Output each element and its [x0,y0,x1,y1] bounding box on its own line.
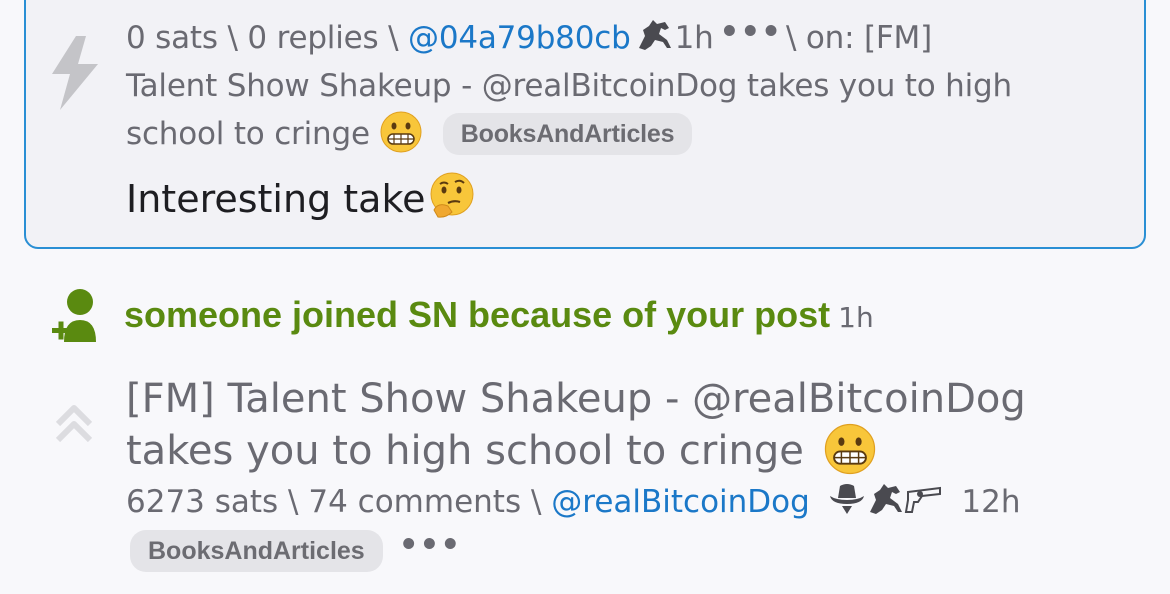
double-chevron-up-icon[interactable] [54,400,94,446]
reply-on-prefix: \ on: [FM] [786,20,932,56]
user-add-icon [52,289,96,342]
reply-more-menu[interactable]: ••• [720,8,782,56]
reply-author-link[interactable]: @04a79b80cb [408,20,631,56]
cowboy-hat-icon [829,484,864,514]
referral-text: someone joined SN because of your post [124,294,831,335]
reply-sats[interactable]: 0 sats [126,20,218,56]
item-time[interactable]: 12h [961,484,1020,520]
horse-icon [638,20,671,50]
thinking-face-emoji [430,172,473,218]
referral-notification[interactable]: someone joined SN because of your post 1h [124,292,874,345]
item-title-line1[interactable]: [FM] Talent Show Shakeup - @realBitcoinD… [126,376,1026,422]
grimacing-face-emoji [380,111,422,153]
item-tag-booksandarticles[interactable]: BooksAndArticles [130,530,383,572]
horse-icon [869,484,902,514]
item-sats[interactable]: 6273 sats [126,484,278,520]
reply-body-text: Interesting take [126,177,426,221]
item-author-link[interactable]: @realBitcoinDog [551,484,810,520]
item-tags: BooksAndArticles ••• [130,527,465,572]
item-more-menu[interactable]: ••• [399,527,461,563]
referral-time: 1h [838,301,874,334]
grimacing-face-emoji [824,423,875,475]
reply-info: 0 sats \ 0 replies \ @04a79b80cb 1h ••• \ … [126,14,1116,158]
item-meta: 6273 sats \ 74 comments \ @realBitcoinDo… [126,484,1021,520]
reply-time[interactable]: 1h [675,20,714,56]
reply-count[interactable]: 0 replies [247,20,378,56]
reply-parent-title[interactable]: Talent Show Shakeup - @realBitcoinDog ta… [126,68,1012,104]
reply-body: Interesting take [126,170,478,224]
item-title[interactable]: [FM] Talent Show Shakeup - @realBitcoinD… [126,376,1126,475]
item-comments-link[interactable]: 74 comments [308,484,521,520]
reply-parent-title-cont[interactable]: school to cringe [126,116,370,152]
lightning-bolt-icon[interactable] [46,34,102,112]
reply-tag-booksandarticles[interactable]: BooksAndArticles [442,113,693,155]
item-title-line2[interactable]: takes you to high school to cringe [126,428,804,474]
revolver-icon [904,486,941,513]
